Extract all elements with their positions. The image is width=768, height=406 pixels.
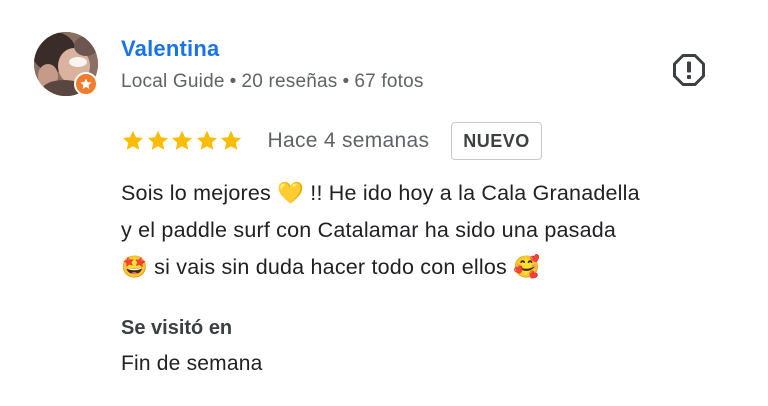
star-icon: [123, 130, 143, 150]
review-count: 20 reseñas: [241, 71, 338, 92]
photo-count: 67 fotos: [354, 71, 424, 92]
star-icon: [147, 130, 168, 150]
author-meta: Local Guide • 20 reseñas • 67 fotos: [121, 71, 424, 93]
review-text-line: 🤩 si vais sin duda hacer todo con ellos …: [121, 255, 541, 279]
star-icon: [172, 130, 192, 150]
rating-row: Hace 4 semanas NUEVO: [121, 121, 542, 161]
review-text-line: Sois lo mejores 💛 !! He ido hoy a la Cal…: [121, 181, 640, 205]
report-review-button[interactable]: [672, 53, 706, 87]
guide-level: Local Guide: [121, 71, 225, 92]
local-guide-badge: [74, 72, 98, 96]
review-card: Valentina Local Guide • 20 reseñas • 67 foto…: [0, 0, 768, 406]
report-flag-icon: [673, 54, 705, 86]
visited-value: Fin de semana: [121, 352, 263, 375]
author-name[interactable]: Valentina: [121, 36, 219, 62]
meta-separator: •: [342, 71, 350, 92]
visited-label: Se visitó en: [121, 317, 233, 339]
review-text-line: y el paddle surf con Catalamar ha sido u…: [121, 218, 617, 242]
review-date: Hace 4 semanas: [267, 129, 430, 152]
meta-separator: •: [229, 71, 237, 92]
review-text: Sois lo mejores 💛 !! He ido hoy a la Cal…: [121, 175, 741, 286]
star-rating: [121, 129, 244, 153]
local-guide-star-icon: [80, 78, 92, 89]
new-badge: NUEVO: [451, 122, 542, 160]
star-icon: [221, 130, 241, 150]
star-icon: [196, 130, 217, 150]
